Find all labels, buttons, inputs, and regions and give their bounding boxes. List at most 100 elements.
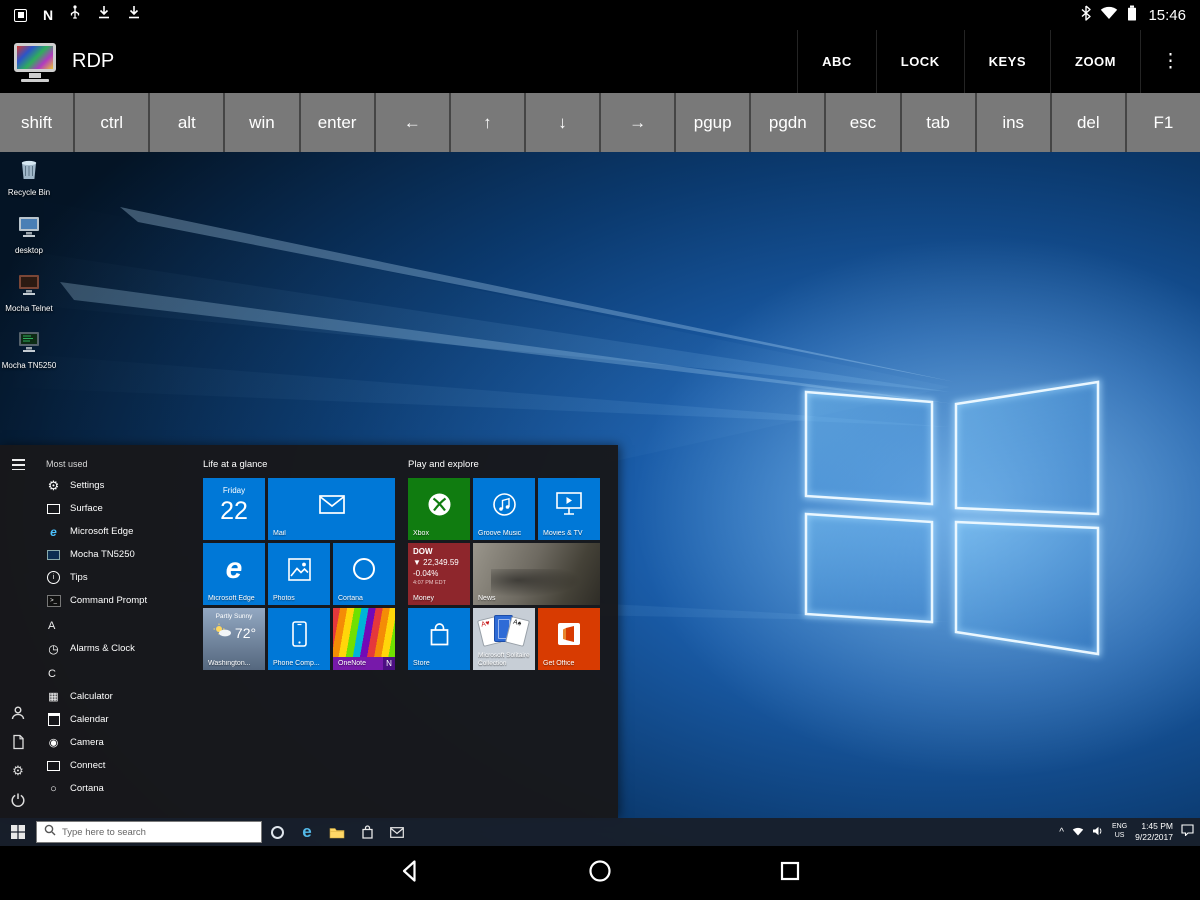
desktop-icon-mocha-tn5250[interactable]: Mocha TN5250 (0, 331, 58, 371)
edge-icon (46, 524, 61, 539)
start-menu: ⚙ Most used Settings Surface (0, 445, 618, 818)
key-ins[interactable]: ins (977, 93, 1050, 152)
tile-money[interactable]: DOW ▼ 22,349.59 -0.04% 4:07 PM EDT Money (408, 543, 470, 605)
command-prompt-icon (46, 593, 61, 608)
key-arrow-right[interactable]: → (601, 93, 674, 152)
tile-cortana[interactable]: Cortana (333, 543, 395, 605)
desktop-icon-recycle-bin[interactable]: Recycle Bin (0, 157, 58, 198)
cortana-icon (46, 781, 61, 796)
start-item-camera[interactable]: Camera (36, 731, 202, 754)
overflow-menu-button[interactable]: ⋮ (1140, 30, 1200, 93)
tile-xbox[interactable]: Xbox (408, 478, 470, 540)
start-item-mocha-tn5250[interactable]: Mocha TN5250 (36, 543, 202, 566)
photos-icon (268, 543, 330, 595)
tile-mail[interactable]: Mail (268, 478, 395, 540)
key-ctrl[interactable]: ctrl (75, 93, 148, 152)
tile-news[interactable]: News (473, 543, 600, 605)
notification-app-icon (14, 9, 27, 22)
tile-movies-tv[interactable]: Movies & TV (538, 478, 600, 540)
start-item-calendar[interactable]: Calendar (36, 708, 202, 731)
tile-photos[interactable]: Photos (268, 543, 330, 605)
tile-weather[interactable]: Partly Sunny 72° Washington... (203, 608, 265, 670)
tn5250-monitor-icon (17, 331, 41, 359)
key-enter[interactable]: enter (301, 93, 374, 152)
start-item-microsoft-edge[interactable]: Microsoft Edge (36, 520, 202, 543)
language-indicator[interactable]: ENG US (1112, 823, 1127, 841)
taskbar-edge-button[interactable]: e (292, 818, 322, 846)
rdp-app-bar: RDP ABC LOCK KEYS ZOOM ⋮ (0, 30, 1200, 93)
taskbar-clock[interactable]: 1:45 PM 9/22/2017 (1135, 821, 1173, 843)
key-alt[interactable]: alt (150, 93, 223, 152)
search-icon (44, 823, 56, 841)
taskbar-mail-button[interactable] (382, 818, 412, 846)
most-used-header: Most used (46, 459, 202, 469)
remote-desktop-viewport[interactable]: Recycle Bin desktop Mocha Telnet Mocha T… (0, 152, 1200, 846)
recents-button[interactable] (777, 858, 803, 889)
key-del[interactable]: del (1052, 93, 1125, 152)
tile-get-office[interactable]: Get Office (538, 608, 600, 670)
power-icon[interactable] (10, 792, 26, 808)
android-status-bar: N 15:46 (0, 0, 1200, 30)
desktop-icon-label: desktop (15, 247, 43, 256)
start-app-list: Most used Settings Surface Microsoft Edg… (36, 455, 202, 800)
key-arrow-down[interactable]: ↓ (526, 93, 599, 152)
key-pgdn[interactable]: pgdn (751, 93, 824, 152)
tile-microsoft-edge[interactable]: e Microsoft Edge (203, 543, 265, 605)
tray-expand-icon[interactable]: ^ (1059, 828, 1064, 838)
zoom-button[interactable]: ZOOM (1050, 30, 1140, 93)
key-arrow-up[interactable]: ↑ (451, 93, 524, 152)
taskbar-store-button[interactable] (352, 818, 382, 846)
key-arrow-left[interactable]: ← (376, 93, 449, 152)
section-letter-a[interactable]: A (36, 615, 202, 637)
tile-onenote[interactable]: OneNote N (333, 608, 395, 670)
start-item-settings[interactable]: Settings (36, 474, 202, 497)
search-input[interactable] (62, 827, 254, 838)
hamburger-menu-button[interactable] (12, 459, 25, 470)
start-item-alarms-clock[interactable]: Alarms & Clock (36, 637, 202, 660)
partly-sunny-icon (212, 623, 232, 642)
network-icon[interactable] (1072, 823, 1084, 841)
volume-icon[interactable] (1092, 823, 1104, 841)
section-letter-c[interactable]: C (36, 663, 202, 685)
lock-button[interactable]: LOCK (876, 30, 964, 93)
store-bag-icon (408, 608, 470, 660)
documents-icon[interactable] (10, 734, 26, 750)
connect-icon (46, 758, 61, 773)
key-shift[interactable]: shift (0, 93, 73, 152)
taskbar-search-box[interactable] (36, 821, 262, 843)
download-icon (97, 5, 111, 25)
keys-button[interactable]: KEYS (964, 30, 1050, 93)
key-f1[interactable]: F1 (1127, 93, 1200, 152)
start-button[interactable] (0, 818, 36, 846)
cortana-icon (271, 826, 284, 839)
tile-calendar[interactable]: Friday 22 (203, 478, 265, 540)
taskbar-cortana-button[interactable] (262, 818, 292, 846)
start-item-calculator[interactable]: Calculator (36, 685, 202, 708)
desktop-icon-mocha-telnet[interactable]: Mocha Telnet (0, 274, 58, 314)
folder-icon (329, 826, 345, 839)
user-account-icon[interactable] (10, 705, 26, 721)
start-item-connect[interactable]: Connect (36, 754, 202, 777)
start-item-surface[interactable]: Surface (36, 497, 202, 520)
key-win[interactable]: win (225, 93, 298, 152)
onenote-n-icon: N (383, 657, 395, 670)
key-tab[interactable]: tab (902, 93, 975, 152)
back-button[interactable] (397, 858, 423, 889)
tile-phone-companion[interactable]: Phone Comp... (268, 608, 330, 670)
abc-button[interactable]: ABC (797, 30, 876, 93)
start-menu-rail: ⚙ (0, 445, 36, 818)
key-esc[interactable]: esc (826, 93, 899, 152)
desktop-icon-desktop[interactable]: desktop (0, 216, 58, 256)
tile-solitaire[interactable]: A♥ A♠ Microsoft Solitaire Collection (473, 608, 535, 670)
start-item-tips[interactable]: Tips (36, 566, 202, 589)
modifier-key-toolbar: shift ctrl alt win enter ← ↑ ↓ → pgup pg… (0, 93, 1200, 152)
start-item-command-prompt[interactable]: Command Prompt (36, 589, 202, 612)
taskbar-file-explorer-button[interactable] (322, 818, 352, 846)
start-item-cortana[interactable]: Cortana (36, 777, 202, 800)
home-button[interactable] (587, 858, 613, 889)
tile-store[interactable]: Store (408, 608, 470, 670)
tile-groove-music[interactable]: Groove Music (473, 478, 535, 540)
key-pgup[interactable]: pgup (676, 93, 749, 152)
action-center-icon[interactable] (1181, 823, 1194, 841)
settings-icon[interactable]: ⚙ (10, 763, 26, 779)
